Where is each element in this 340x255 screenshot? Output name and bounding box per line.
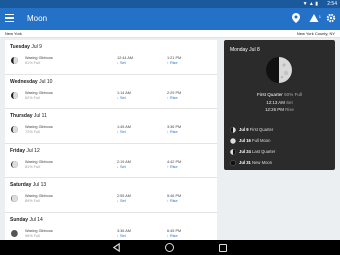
list-item[interactable]: Friday Jul 12 Waxing Gibbous 81% Full 2:… [5, 144, 217, 178]
alert-badge: 1 [318, 14, 321, 19]
list-item[interactable]: Wednesday Jul 10 Waxing Gibbous 62% Full… [5, 75, 217, 109]
panel-moonset: 12:13 AM Set [266, 100, 293, 105]
moon-phase-icon [11, 229, 18, 237]
moon-phase-icon [11, 126, 18, 133]
panel-moonrise: 12:26 PM Rise [265, 107, 294, 112]
list-item[interactable]: Sunday Jul 14 Waxing Gibbous 96% Full 3:… [5, 213, 217, 241]
location-city[interactable]: New York [5, 30, 22, 38]
day-header: Friday Jul 12 [10, 147, 40, 154]
moonrise-time: 4:42 PM ↑ Rise [167, 159, 182, 169]
page-title: Moon [27, 14, 48, 23]
moonrise-time: 5:46 PM ↑ Rise [167, 194, 182, 203]
moonset-time: 3:36 AM ↓ Set [117, 228, 131, 238]
moonrise-time: 1:21 PM ↑ Rise [167, 56, 182, 65]
today-panel: Monday Jul 8 First Quarter 50% Full 12:1… [224, 40, 335, 170]
gear-icon[interactable] [325, 13, 337, 25]
day-header: Saturday Jul 13 [10, 182, 47, 188]
day-header: Sunday Jul 14 [10, 216, 43, 223]
status-bar: ▼ ▲ ▮ 2:54 [0, 0, 340, 8]
status-icons: ▼ ▲ ▮ [302, 1, 318, 7]
day-percent: 89% Full [25, 199, 40, 203]
moon-phase-icon [266, 57, 292, 83]
moonset-time: 2:19 AM ↓ Set [117, 159, 131, 169]
moonset-time: 12:44 AM ↓ Set [117, 56, 134, 65]
first-quarter-icon [230, 127, 236, 133]
day-percent: 62% Full [25, 95, 40, 100]
milestone-full-moon[interactable]: Jul 16 Full Moon [229, 138, 329, 149]
daily-list[interactable]: Tuesday Jul 9 Waxing Gibbous 61% Full 12… [5, 40, 217, 240]
day-header: Tuesday Jul 9 [10, 44, 42, 50]
list-item[interactable]: Saturday Jul 13 Waxing Gibbous 89% Full … [5, 178, 217, 213]
recent-apps-icon[interactable] [219, 243, 227, 252]
milestone-new-moon[interactable]: Jul 31 New Moon [229, 160, 329, 171]
day-percent: 81% Full [25, 164, 40, 169]
day-percent: 61% Full [25, 61, 40, 65]
moon-phase-icon [11, 160, 18, 168]
back-icon[interactable] [112, 243, 121, 252]
location-county[interactable]: New York County, NY [297, 30, 335, 38]
warning-icon[interactable]: 1 [308, 13, 321, 25]
moon-phase-icon [11, 57, 18, 64]
list-item[interactable]: Thursday Jul 11 Waxing Gibbous 72% Full … [5, 109, 217, 144]
full-moon-icon [230, 138, 236, 144]
milestone-first-quarter[interactable]: Jul 9 First Quarter [229, 127, 329, 138]
moonrise-time: 6:45 PM ↑ Rise [167, 228, 182, 238]
day-header: Thursday Jul 11 [10, 113, 47, 119]
day-percent: 96% Full [25, 233, 40, 238]
list-item[interactable]: Tuesday Jul 9 Waxing Gibbous 61% Full 12… [5, 40, 217, 75]
moonset-time: 1:45 AM ↓ Set [117, 125, 131, 134]
day-percent: 72% Full [25, 130, 40, 134]
app-bar: Moon 1 [0, 8, 340, 30]
location-bar: New York New York County, NY [0, 30, 340, 38]
status-time: 2:54 [327, 1, 337, 7]
phase-milestones: Jul 9 First Quarter Jul 16 Full Moon Jul… [229, 127, 329, 171]
last-quarter-icon [230, 149, 236, 155]
moon-phase-icon [11, 91, 18, 99]
home-icon[interactable] [165, 243, 174, 252]
moon-phase-icon [11, 195, 18, 202]
panel-title: Monday Jul 8 [230, 47, 260, 53]
panel-phase: First Quarter 50% Full [257, 92, 302, 97]
menu-icon[interactable] [5, 14, 14, 23]
new-moon-icon [230, 160, 236, 166]
moonrise-time: 3:36 PM ↑ Rise [167, 125, 182, 134]
moonset-time: 2:55 AM ↓ Set [117, 194, 131, 203]
milestone-last-quarter[interactable]: Jul 24 Last Quarter [229, 149, 329, 160]
moonrise-time: 2:29 PM ↑ Rise [167, 90, 182, 100]
moonset-time: 1:14 AM ↓ Set [117, 90, 131, 100]
map-pin-icon[interactable] [290, 13, 302, 25]
day-header: Wednesday Jul 10 [10, 78, 53, 85]
system-nav-bar [0, 240, 340, 255]
